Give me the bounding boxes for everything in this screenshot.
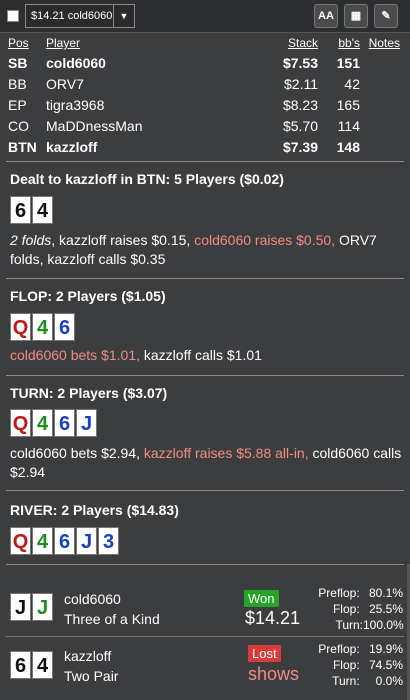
turn-cards: Q46J [10,409,97,437]
equity-stats: Preflop: 80.1% Flop: 25.5% Turn:100.0% [318,586,404,632]
equity-stats: Preflop: 19.9% Flop: 74.5% Turn: 0.0% [318,642,403,688]
cell-notes [360,73,400,94]
playing-card: Q [10,409,31,437]
showdown-hand: Two Pair [64,668,119,684]
playing-card: 6 [10,196,31,224]
divider [6,375,404,376]
divider [6,636,404,637]
table-row[interactable]: EP tigra3968 $8.23 165 [8,94,400,115]
toolbar: $14.21 cold6060 ▼ AA ▦ ✎ [0,0,410,33]
players-table: Pos Player Stack bb's Notes SB cold6060 $7… [8,36,400,157]
cell-stack: $2.11 [284,75,318,92]
cell-player: cold6060 [46,54,106,71]
flop-actions: cold6060 bets $1.01, kazzloff calls $1.0… [10,347,262,363]
cell-notes [360,94,400,115]
playing-card: 4 [32,196,53,224]
cell-pos: EP [8,96,27,113]
playing-card: J [10,593,31,621]
playing-card: 6 [10,651,31,679]
cell-pos: BTN [8,138,37,155]
showdown-player: cold6060 [64,591,121,607]
cell-player: kazzloff [46,138,98,155]
hand-selector-value: $14.21 cold6060 [31,10,113,22]
playing-card: Q [10,313,31,341]
playing-card: 4 [32,409,53,437]
col-bbs[interactable]: bb's [318,36,360,52]
table-row[interactable]: SB cold6060 $7.53 151 [8,52,400,73]
river-header: RIVER: 2 Players ($14.83) [10,502,179,518]
playing-card: J [76,527,97,555]
cell-player: MaDDnessMan [46,117,143,134]
cell-bbs: 151 [336,54,360,71]
playing-card: 4 [32,527,53,555]
divider [6,161,404,162]
playing-card: J [32,593,53,621]
cell-notes [360,136,400,157]
playing-card: 6 [54,313,75,341]
playing-card: 4 [32,651,53,679]
chevron-down-icon[interactable]: ▼ [113,5,134,27]
cell-player: tigra3968 [46,96,105,113]
col-notes[interactable]: Notes [360,36,400,52]
divider [6,490,404,491]
showdown-cards: 64 [10,651,53,679]
table-row[interactable]: BB ORV7 $2.11 42 [8,73,400,94]
cell-stack: $8.23 [282,96,318,113]
cell-bbs: 148 [336,138,360,155]
col-pos[interactable]: Pos [8,36,46,52]
hand-selector[interactable]: $14.21 cold6060 ▼ [25,4,135,28]
hero-cards: 64 [10,196,53,224]
showdown-cards: JJ [10,593,53,621]
cell-bbs: 42 [344,75,360,92]
turn-header: TURN: 2 Players ($3.07) [10,385,168,401]
divider [6,564,404,565]
playing-card: 6 [54,527,75,555]
col-player[interactable]: Player [46,36,236,52]
cell-stack: $5.70 [282,117,318,134]
playing-card: 4 [32,313,53,341]
won-badge: Won [244,590,279,607]
cell-player: ORV7 [46,75,84,92]
table-row[interactable]: CO MaDDnessMan $5.70 114 [8,115,400,136]
cell-pos: CO [8,117,29,134]
river-cards: Q46J3 [10,527,119,555]
col-stack[interactable]: Stack [236,36,318,52]
cell-pos: BB [8,75,27,92]
playing-card: 6 [54,409,75,437]
lost-badge: Lost [248,645,281,662]
players-header-row: Pos Player Stack bb's Notes [8,36,400,52]
select-checkbox[interactable] [7,10,19,22]
won-amount: $14.21 [245,608,301,628]
cell-stack: $7.53 [282,54,318,71]
table-row[interactable]: BTN kazzloff $7.39 148 [8,136,400,157]
cell-notes [360,115,400,136]
showdown-player: kazzloff [64,648,112,664]
flop-header: FLOP: 2 Players ($1.05) [10,288,166,304]
cell-bbs: 165 [336,96,360,113]
playing-card: Q [10,527,31,555]
cell-bbs: 114 [337,117,360,134]
cell-pos: SB [8,54,28,71]
font-size-button[interactable]: AA [314,4,338,28]
cell-stack: $7.39 [282,138,318,155]
playing-card: J [76,409,97,437]
turn-actions: cold6060 bets $2.94, kazzloff raises $5.… [10,445,402,480]
preflop-header: Dealt to kazzloff in BTN: 5 Players ($0.… [10,171,284,187]
cell-notes [360,52,400,73]
flop-cards: Q46 [10,313,75,341]
showdown-hand: Three of a Kind [64,611,160,627]
grid-icon[interactable]: ▦ [344,4,368,28]
shows-label: shows [248,664,300,684]
divider [6,278,404,279]
edit-pencil-icon[interactable]: ✎ [374,4,398,28]
playing-card: 3 [98,527,119,555]
preflop-actions: 2 folds, kazzloff raises $0.15, cold6060… [10,232,377,267]
